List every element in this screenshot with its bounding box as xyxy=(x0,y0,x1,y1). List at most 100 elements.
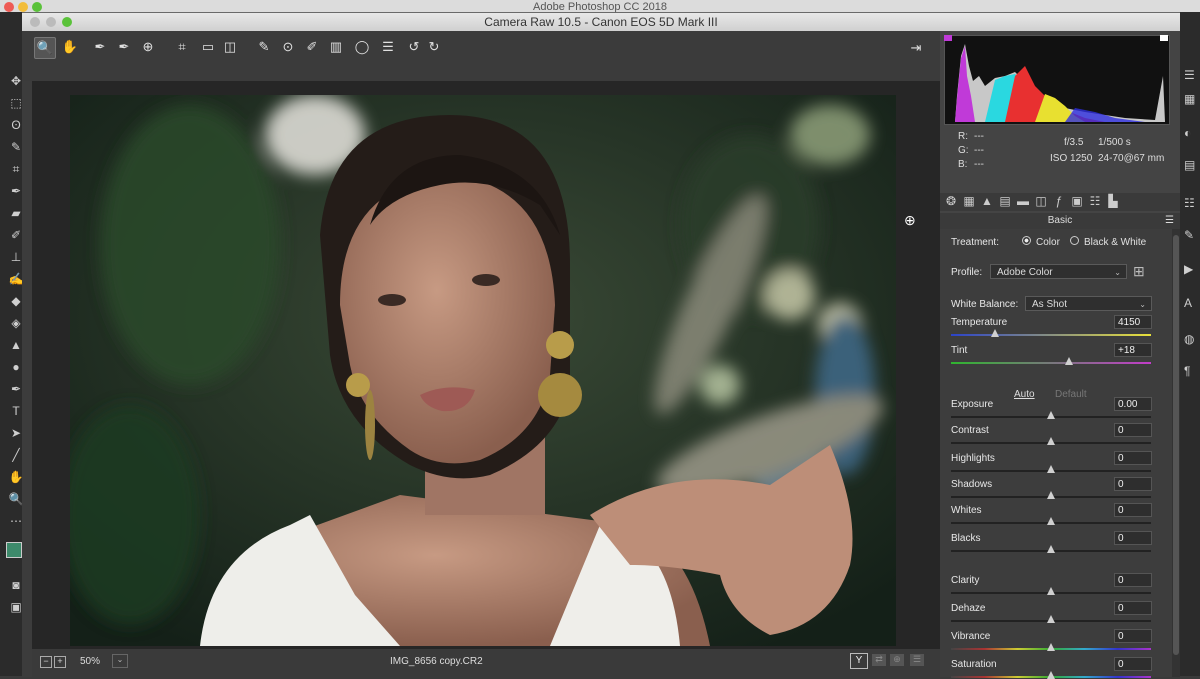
auto-button[interactable]: Auto xyxy=(1014,389,1035,400)
profile-browser-icon[interactable]: ⊞ xyxy=(1133,263,1145,280)
contrast-value-field[interactable]: 0 xyxy=(1114,423,1152,437)
basic-tab-icon[interactable]: ❂ xyxy=(944,194,958,208)
profile-dropdown[interactable]: Adobe Color ⌄ xyxy=(990,264,1127,279)
swatches-icon[interactable]: ▦ xyxy=(1184,92,1198,106)
tint-slider-track[interactable] xyxy=(951,362,1151,364)
close-window-icon[interactable] xyxy=(4,2,14,12)
contrast-slider-thumb[interactable] xyxy=(1047,437,1055,445)
temperature-value-field[interactable]: 4150 xyxy=(1114,315,1152,329)
presets-tab-icon[interactable]: ☷ xyxy=(1088,194,1102,208)
zoom-level[interactable]: 50% xyxy=(80,656,100,667)
minimize-window-icon[interactable] xyxy=(18,2,28,12)
crop-icon[interactable]: ⌗ xyxy=(172,37,192,57)
zoom-out-button[interactable]: − xyxy=(40,656,52,668)
basic-panel: Treatment: Color Black & White Profile: … xyxy=(940,229,1172,679)
zoom-dropdown-icon[interactable]: ⌄ xyxy=(112,654,128,668)
highlights-value-field[interactable]: 0 xyxy=(1114,451,1152,465)
adjustments-icon[interactable]: ◐ xyxy=(1184,126,1198,140)
rotate-ccw-icon[interactable]: ↺ xyxy=(404,37,424,57)
detail-tab-icon[interactable]: ▲ xyxy=(980,194,994,208)
tint-slider-thumb[interactable] xyxy=(1065,357,1073,365)
shadow-clipping-warning-icon[interactable] xyxy=(944,35,952,41)
highlight-clipping-warning-icon[interactable] xyxy=(1160,35,1168,41)
effects-tab-icon[interactable]: ƒ xyxy=(1052,194,1066,208)
photoshop-title: Adobe Photoshop CC 2018 xyxy=(533,1,667,12)
target-adjust-icon[interactable]: ⊕ xyxy=(138,37,158,57)
properties-icon[interactable]: ☷ xyxy=(1184,196,1198,210)
tone-curve-tab-icon[interactable]: ▦ xyxy=(962,194,976,208)
vibrance-value-field[interactable]: 0 xyxy=(1114,629,1152,643)
iso-value: ISO 1250 xyxy=(1050,153,1093,164)
saturation-slider-thumb[interactable] xyxy=(1047,671,1055,679)
zoom-icon[interactable]: 🔍 xyxy=(34,37,56,59)
actions-icon[interactable]: ▶ xyxy=(1184,262,1198,276)
image-preview-area[interactable] xyxy=(32,81,940,649)
channels-icon[interactable]: ▤ xyxy=(1184,158,1198,172)
spot-removal-icon[interactable]: ✎ xyxy=(254,37,274,57)
temperature-slider-track[interactable] xyxy=(951,334,1151,336)
zoom-window-icon[interactable] xyxy=(32,2,42,12)
treatment-color-radio[interactable] xyxy=(1022,236,1031,245)
white-balance-dropdown[interactable]: As Shot ⌄ xyxy=(1025,296,1152,311)
shadows-value-field[interactable]: 0 xyxy=(1114,477,1152,491)
toggle-settings-icon[interactable]: ☰ xyxy=(910,654,924,666)
straighten-icon[interactable]: ▭ xyxy=(198,37,218,57)
blacks-value-field[interactable]: 0 xyxy=(1114,531,1152,545)
blacks-slider-thumb[interactable] xyxy=(1047,545,1055,553)
clarity-value-field[interactable]: 0 xyxy=(1114,573,1152,587)
shadows-slider-thumb[interactable] xyxy=(1047,491,1055,499)
dehaze-value-field[interactable]: 0 xyxy=(1114,601,1152,615)
highlights-slider-thumb[interactable] xyxy=(1047,465,1055,473)
graduated-filter-icon[interactable]: ▥ xyxy=(326,37,346,57)
tool-presets-icon[interactable]: ✎ xyxy=(1184,228,1198,242)
rotate-cw-icon[interactable]: ↻ xyxy=(424,37,444,57)
zoom-in-button[interactable]: + xyxy=(54,656,66,668)
calibration-tab-icon[interactable]: ▣ xyxy=(1070,194,1084,208)
open-export-icon[interactable]: ⇥ xyxy=(906,38,926,58)
vibrance-slider-thumb[interactable] xyxy=(1047,643,1055,651)
hsl-tab-icon[interactable]: ▤ xyxy=(998,194,1012,208)
panel-scrollbar[interactable] xyxy=(1172,229,1180,677)
saturation-value-field[interactable]: 0 xyxy=(1114,657,1152,671)
preview-photo[interactable] xyxy=(70,95,896,646)
whites-slider-thumb[interactable] xyxy=(1047,517,1055,525)
swap-settings-icon[interactable]: ⇄ xyxy=(872,654,886,666)
character-icon[interactable]: A xyxy=(1184,296,1198,310)
before-after-toggle[interactable]: Y xyxy=(850,653,868,669)
red-eye-icon[interactable]: ⊙ xyxy=(278,37,298,57)
blacks-label: Blacks xyxy=(951,533,981,544)
exposure-slider-thumb[interactable] xyxy=(1047,411,1055,419)
foreground-color-swatch[interactable] xyxy=(6,542,22,558)
dialog-close-icon[interactable] xyxy=(30,17,40,27)
split-toning-tab-icon[interactable]: ▬ xyxy=(1016,194,1030,208)
snapshots-tab-icon[interactable]: ▙ xyxy=(1106,194,1120,208)
copy-settings-icon[interactable]: ⊕ xyxy=(890,654,904,666)
whites-value-field[interactable]: 0 xyxy=(1114,503,1152,517)
default-button[interactable]: Default xyxy=(1055,389,1087,400)
clarity-slider-thumb[interactable] xyxy=(1047,587,1055,595)
color-sampler-icon[interactable]: ✒ xyxy=(114,37,134,57)
dialog-zoom-icon[interactable] xyxy=(62,17,72,27)
adjustment-brush-icon[interactable]: ✐ xyxy=(302,37,322,57)
panel-menu-icon[interactable]: ☰ xyxy=(1165,213,1174,229)
brush-settings-icon[interactable]: ☰ xyxy=(1184,68,1198,82)
camera-raw-title: Camera Raw 10.5 - Canon EOS 5D Mark III xyxy=(484,15,718,29)
lens-corrections-tab-icon[interactable]: ◫ xyxy=(1034,194,1048,208)
hand-icon[interactable]: ✋ xyxy=(60,37,80,57)
panel-tabs: ❂ ▦ ▲ ▤ ▬ ◫ ƒ ▣ ☷ ▙ xyxy=(940,193,1180,211)
exposure-value-field[interactable]: 0.00 xyxy=(1114,397,1152,411)
radial-filter-icon[interactable]: ◯ xyxy=(352,37,372,57)
b-value: --- xyxy=(974,159,984,170)
dialog-minimize-icon[interactable] xyxy=(46,17,56,27)
treatment-bw-radio[interactable] xyxy=(1070,236,1079,245)
paragraph-icon[interactable]: ¶ xyxy=(1184,364,1198,378)
tint-value-field[interactable]: +18 xyxy=(1114,343,1152,357)
transform-icon[interactable]: ◫ xyxy=(220,37,240,57)
preferences-icon[interactable]: ☰ xyxy=(378,37,398,57)
temperature-slider-thumb[interactable] xyxy=(991,329,999,337)
color-icon[interactable]: ◍ xyxy=(1184,332,1198,346)
shutter-value: 1/500 s xyxy=(1098,137,1131,148)
white-balance-icon[interactable]: ✒ xyxy=(90,37,110,57)
dehaze-slider-thumb[interactable] xyxy=(1047,615,1055,623)
scrollbar-thumb[interactable] xyxy=(1173,235,1179,655)
